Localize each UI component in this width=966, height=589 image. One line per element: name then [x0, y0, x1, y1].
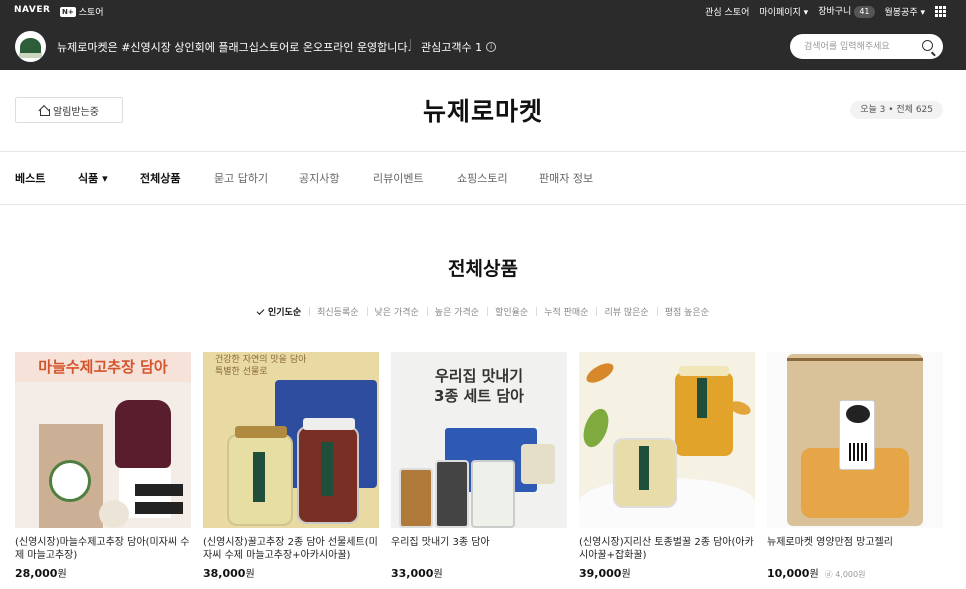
mypage-link[interactable]: 마이페이지 ▾: [759, 5, 808, 18]
sort-popular-label: 인기도순: [268, 308, 302, 318]
search-icon[interactable]: [922, 40, 933, 51]
nav-food[interactable]: 식품 ▾: [78, 170, 108, 186]
interest-customers[interactable]: 관심고객수 1 i: [421, 39, 497, 55]
naver-plus-store-link[interactable]: N+ 스토어: [60, 5, 104, 18]
price-unit: 원: [433, 569, 443, 580]
product-name[interactable]: 우리집 맛내기 3종 담아: [391, 536, 567, 562]
product-card[interactable]: 마늘수제고추장 담아 (신영시장)마늘수제고추장 담아(미자씨 수제 마늘고추장…: [15, 352, 191, 580]
sort-high-price[interactable]: 높은 가격순: [426, 305, 487, 318]
price-value: 38,000: [203, 567, 246, 580]
product-card[interactable]: 우리집 맛내기 3종 세트 담아 우리집 맛내기 3종 담아 33,000원: [391, 352, 567, 580]
naver-store-label: 스토어: [78, 8, 104, 18]
product-name[interactable]: 뉴제로마켓 영양만점 망고젤리: [767, 536, 943, 562]
sort-newest[interactable]: 최신등록순: [309, 305, 366, 318]
product-image[interactable]: 마늘수제고추장 담아: [15, 352, 191, 528]
cart-link[interactable]: 장바구니 41: [818, 4, 875, 18]
price-value: 33,000: [391, 567, 434, 580]
sort-discount[interactable]: 할인율순: [487, 305, 536, 318]
store-info-bar: 뉴제로마켓은 #신영시장 상인회에 플래그십스토어로 온오프라인 운영합니다. …: [0, 22, 966, 70]
product-price: 10,000원 ⓓ 4,000원: [767, 565, 943, 580]
top-utility-links: 관심 스토어 마이페이지 ▾ 장바구니 41 월봉공주 ▾: [705, 4, 946, 18]
cart-label: 장바구니: [818, 7, 852, 17]
product-price: 38,000원: [203, 565, 379, 580]
sort-rating[interactable]: 평점 높은순: [656, 305, 717, 318]
price-value: 10,000: [767, 567, 810, 580]
sort-reviews[interactable]: 리뷰 많은순: [596, 305, 656, 318]
product-image-banner: 마늘수제고추장 담아: [15, 352, 191, 382]
price-value: 28,000: [15, 567, 58, 580]
interest-count-label: 관심고객수 1: [421, 41, 483, 54]
product-name[interactable]: (신영시장)지리산 토종벌꿀 2종 담아(아카시아꿀+잡화꿀): [579, 536, 755, 562]
product-price: 28,000원: [15, 565, 191, 580]
nav-seller-info[interactable]: 판매자 정보: [539, 170, 593, 186]
price-unit: 원: [621, 569, 631, 580]
info-icon[interactable]: i: [486, 42, 497, 52]
nav-best[interactable]: 베스트: [15, 170, 45, 186]
product-image[interactable]: [579, 352, 755, 528]
price-unit: 원: [245, 569, 255, 580]
check-icon: [256, 307, 265, 315]
store-description: 뉴제로마켓은 #신영시장 상인회에 플래그십스토어로 온오프라인 운영합니다.: [57, 41, 412, 54]
sort-low-price[interactable]: 낮은 가격순: [366, 305, 427, 318]
interest-store-link[interactable]: 관심 스토어: [705, 5, 749, 18]
shipping-fee-info: ⓓ 4,000원: [824, 570, 866, 579]
sort-sales[interactable]: 누적 판매순: [536, 305, 596, 318]
store-search-box: [790, 34, 943, 59]
nav-notice[interactable]: 공지사항: [299, 170, 339, 186]
section-title: 전체상품: [448, 258, 518, 280]
product-image[interactable]: 우리집 맛내기 3종 세트 담아: [391, 352, 567, 528]
price-unit: 원: [57, 569, 67, 580]
product-image[interactable]: 건강한 자연의 맛을 담아 특별한 선물로: [203, 352, 379, 528]
sort-popular[interactable]: 인기도순: [249, 305, 309, 318]
product-image-headline: 우리집 맛내기 3종 세트 담아: [434, 367, 524, 405]
product-price: 33,000원: [391, 565, 567, 580]
price-value: 39,000: [579, 567, 622, 580]
product-name[interactable]: (신영시장)꿀고추장 2종 담아 선물세트(미자씨 수제 마늘고추장+아카시아꿀…: [203, 536, 379, 562]
divider: [0, 204, 966, 205]
product-image-caption: 건강한 자연의 맛을 담아 특별한 선물로: [215, 355, 307, 377]
naver-logo[interactable]: NAVER: [14, 5, 50, 15]
store-profile-avatar[interactable]: [15, 31, 46, 62]
product-name[interactable]: (신영시장)마늘수제고추장 담아(미자씨 수제 마늘고추장): [15, 536, 191, 562]
visitor-count: 오늘 3 • 전체 625: [850, 101, 943, 119]
nav-qna[interactable]: 묻고 답하기: [214, 170, 268, 186]
app-grid-icon[interactable]: [935, 5, 946, 17]
product-card[interactable]: (신영시장)지리산 토종벌꿀 2종 담아(아카시아꿀+잡화꿀) 39,000원: [579, 352, 755, 580]
product-card[interactable]: 뉴제로마켓 영양만점 망고젤리 10,000원 ⓓ 4,000원: [767, 352, 943, 580]
divider: [410, 39, 411, 51]
nav-all-products[interactable]: 전체상품: [140, 170, 180, 186]
divider: [0, 151, 966, 152]
nav-review-event[interactable]: 리뷰이벤트: [373, 170, 424, 186]
product-card[interactable]: 건강한 자연의 맛을 담아 특별한 선물로 (신영시장)꿀고추장 2종 담아 선물…: [203, 352, 379, 580]
cart-count-badge: 41: [854, 6, 875, 18]
global-top-bar: NAVER N+ 스토어 관심 스토어 마이페이지 ▾ 장바구니 41 월봉공주 …: [0, 0, 966, 22]
sort-options: 인기도순 최신등록순 낮은 가격순 높은 가격순 할인율순 누적 판매순 리뷰 …: [0, 305, 966, 318]
product-price: 39,000원: [579, 565, 755, 580]
search-input[interactable]: [804, 39, 914, 54]
store-name-title[interactable]: 뉴제로마켓: [0, 92, 966, 128]
product-image[interactable]: [767, 352, 943, 528]
naver-plus-badge: N+: [60, 6, 76, 17]
user-menu[interactable]: 월봉공주 ▾: [885, 5, 926, 18]
price-unit: 원: [809, 569, 819, 580]
nav-shopping-story[interactable]: 쇼핑스토리: [457, 170, 508, 186]
